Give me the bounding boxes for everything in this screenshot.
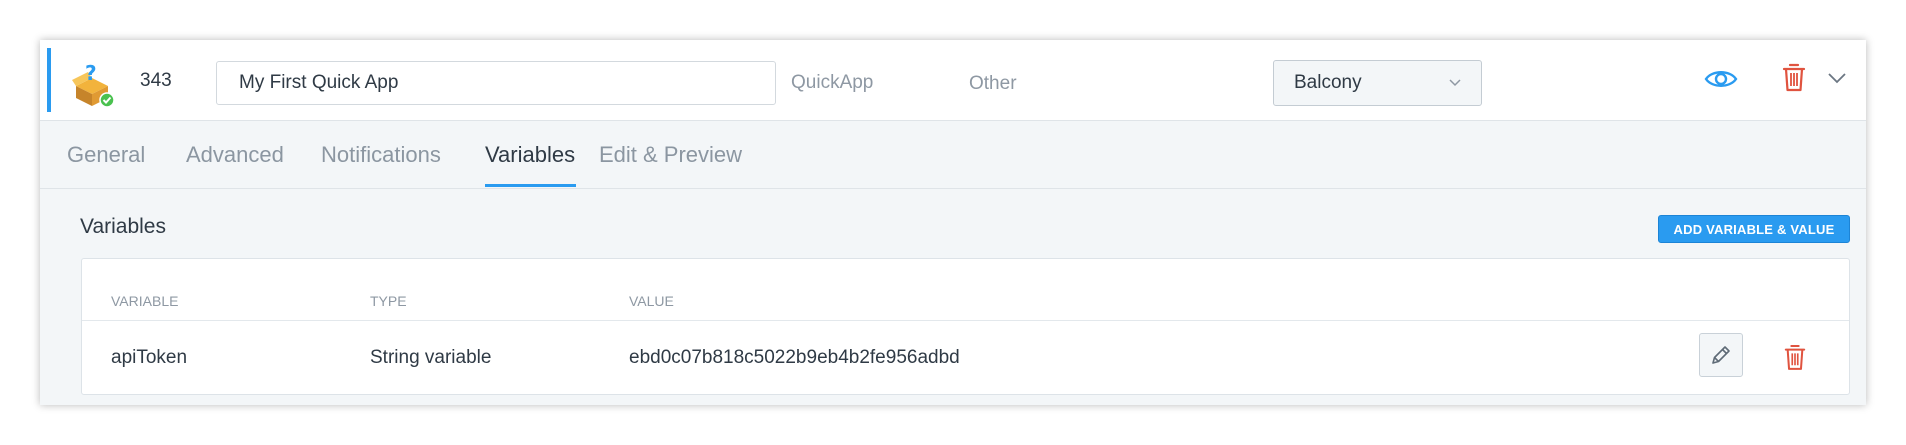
tab-advanced[interactable]: Advanced bbox=[186, 142, 284, 168]
edit-variable-button[interactable] bbox=[1699, 333, 1743, 377]
variable-value-cell: ebd0c07b818c5022b9eb4b2fe956adbd bbox=[629, 347, 960, 368]
variable-name-cell: apiToken bbox=[111, 347, 188, 368]
device-card: ? 343 QuickApp Other Balcony bbox=[40, 40, 1866, 405]
device-id: 343 bbox=[140, 70, 172, 91]
room-select[interactable]: Balcony bbox=[1273, 60, 1482, 106]
svg-text:?: ? bbox=[85, 64, 97, 85]
variables-table: VARIABLE TYPE VALUE apiToken String vari… bbox=[81, 258, 1850, 395]
delete-variable-icon[interactable] bbox=[1784, 343, 1806, 371]
tab-general[interactable]: General bbox=[67, 142, 145, 168]
device-type-label: QuickApp bbox=[791, 72, 874, 93]
pencil-icon bbox=[1712, 346, 1730, 364]
column-header-type: TYPE bbox=[370, 293, 407, 309]
table-divider bbox=[82, 320, 1849, 321]
selection-indicator bbox=[47, 48, 51, 112]
trash-icon[interactable] bbox=[1782, 62, 1806, 92]
add-variable-button[interactable]: ADD VARIABLE & VALUE bbox=[1658, 215, 1850, 243]
expand-chevron-icon[interactable] bbox=[1828, 73, 1846, 84]
device-header: ? 343 QuickApp Other Balcony bbox=[40, 40, 1866, 121]
column-header-value: VALUE bbox=[629, 293, 674, 309]
active-tab-indicator bbox=[485, 184, 576, 187]
variable-type-cell: String variable bbox=[370, 347, 492, 368]
tab-notifications[interactable]: Notifications bbox=[321, 142, 441, 168]
quickapp-box-icon: ? bbox=[72, 64, 115, 108]
device-name-input[interactable] bbox=[216, 61, 776, 105]
tab-edit-preview[interactable]: Edit & Preview bbox=[599, 142, 742, 168]
room-select-value: Balcony bbox=[1294, 72, 1362, 93]
column-header-variable: VARIABLE bbox=[111, 293, 179, 309]
device-category-label: Other bbox=[969, 73, 1017, 94]
section-title: Variables bbox=[80, 215, 166, 238]
tab-variables[interactable]: Variables bbox=[485, 142, 575, 168]
tab-bar: General Advanced Notifications Variables… bbox=[40, 120, 1866, 189]
eye-icon[interactable] bbox=[1704, 67, 1738, 91]
chevron-down-icon bbox=[1449, 79, 1461, 87]
